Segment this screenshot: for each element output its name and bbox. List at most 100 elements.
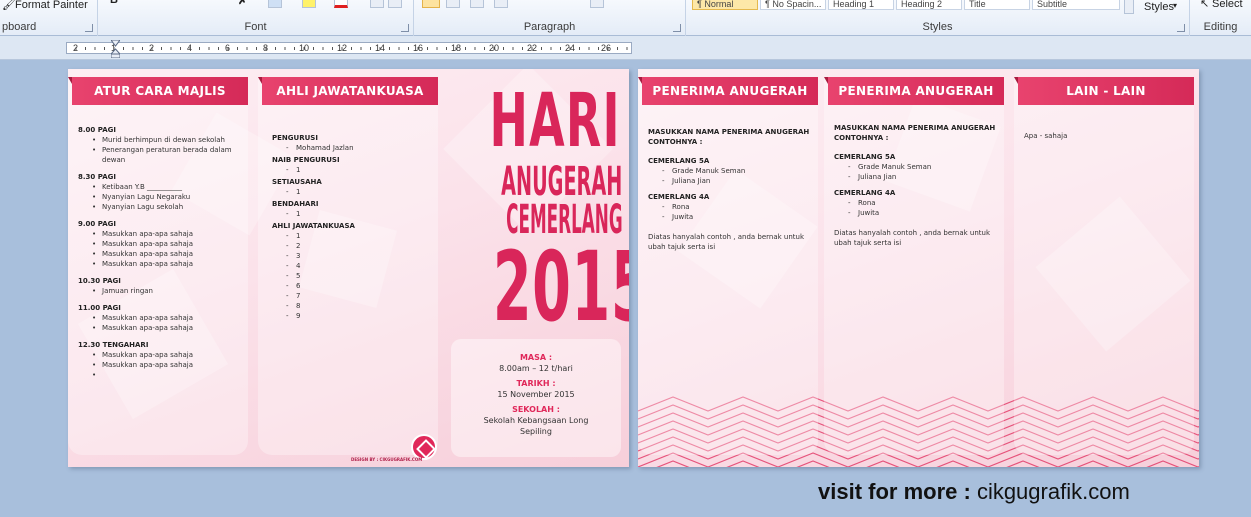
paragraph-group: Paragraph: [414, 0, 686, 36]
list-item: Juwita: [662, 212, 810, 222]
font-launcher-icon[interactable]: [401, 24, 409, 32]
visit-watermark: visit for more : cikgugrafik.com: [818, 479, 1130, 505]
paragraph-launcher-icon[interactable]: [673, 24, 681, 32]
list-item: 1: [286, 231, 430, 241]
list-item: [92, 370, 240, 380]
select-button[interactable]: Select: [1212, 0, 1243, 10]
list-item: Masukkan apa-apa sahaja: [92, 313, 240, 323]
list-item: Jamuan ringan: [92, 286, 240, 296]
style-normal[interactable]: ¶ Normal: [692, 0, 758, 10]
list-item: Mohamad Jazlan: [286, 143, 430, 153]
penerima-body-2[interactable]: MASUKKAN NAMA PENERIMA ANUGERAH CONTOHNY…: [834, 123, 996, 248]
align-left-icon[interactable]: [422, 0, 440, 8]
chevron-line: [638, 452, 1199, 467]
list-item: Masukkan apa-apa sahaja: [92, 229, 240, 239]
schedule-time: 8.30 PAGI: [78, 173, 116, 181]
cover-year[interactable]: 2015: [493, 237, 629, 337]
lain-lain-text: Apa - sahaja: [1024, 132, 1068, 140]
clipboard-launcher-icon[interactable]: [85, 24, 93, 32]
editing-group-label: Editing: [1203, 21, 1238, 33]
cover-title-hari[interactable]: HARI: [490, 81, 620, 161]
site-name: cikgugrafik.com: [976, 479, 1130, 504]
style-no-spacing[interactable]: ¶ No Spacin...: [760, 0, 826, 10]
align-center-icon[interactable]: [446, 0, 460, 8]
list-item: Juwita: [848, 208, 996, 218]
list-item: 1: [286, 165, 430, 175]
penerima-title-2[interactable]: PENERIMA ANUGERAH: [828, 77, 1004, 105]
intro-text: MASUKKAN NAMA PENERIMA ANUGERAH CONTOHNY…: [648, 128, 810, 146]
list-item: Rona: [662, 202, 810, 212]
list-item: Penerangan peraturan berada dalam dewan: [92, 145, 240, 165]
lain-lain-body[interactable]: Apa - sahaja: [1024, 131, 1186, 141]
atur-cara-body[interactable]: 8.00 PAGI Murid berhimpun di dewan sekol…: [78, 125, 240, 380]
format-painter-button[interactable]: Format Painter: [15, 0, 88, 11]
list-item: Masukkan apa-apa sahaja: [92, 239, 240, 249]
style-title[interactable]: Title: [964, 0, 1030, 10]
lain-lain-panel: LAIN - LAIN Apa - sahaja: [1014, 77, 1194, 455]
clear-format-icon[interactable]: ✗: [238, 0, 247, 7]
font-group: B ✗ Font: [98, 0, 414, 36]
masa-label: MASA :: [519, 353, 553, 362]
schedule-time: 11.00 PAGI: [78, 304, 121, 312]
schedule-time: 12.30 TENGAHARI: [78, 341, 149, 349]
list-item: 8: [286, 301, 430, 311]
list-item: 1: [286, 187, 430, 197]
list-item: 6: [286, 281, 430, 291]
style-heading-2[interactable]: Heading 2: [896, 0, 962, 10]
styles-more-icon[interactable]: [1124, 0, 1134, 14]
list-item: Murid berhimpun di dewan sekolah: [92, 135, 240, 145]
enclose-char-icon[interactable]: [388, 0, 402, 8]
penerima-panel-2: PENERIMA ANUGERAH MASUKKAN NAMA PENERIMA…: [824, 77, 1004, 455]
ribbon: 🖌 Format Painter pboard B ✗ Font Paragra…: [0, 0, 1251, 36]
change-styles-button[interactable]: Styles: [1144, 1, 1174, 13]
list-item: Masukkan apa-apa sahaja: [92, 323, 240, 333]
style-subtitle[interactable]: Subtitle: [1032, 0, 1120, 10]
text-effects-icon[interactable]: [268, 0, 282, 8]
justify-icon[interactable]: [494, 0, 508, 8]
note-text: Diatas hanyalah contoh , anda bernak unt…: [834, 229, 991, 247]
style-heading-1[interactable]: Heading 1: [828, 0, 894, 10]
char-shading-icon[interactable]: [370, 0, 384, 8]
schedule-time: 10.30 PAGI: [78, 277, 121, 285]
list-item: Masukkan apa-apa sahaja: [92, 350, 240, 360]
select-icon[interactable]: ↖: [1200, 0, 1209, 10]
align-right-icon[interactable]: [470, 0, 484, 8]
ajk-title[interactable]: AHLI JAWATANKUASA: [262, 77, 438, 105]
list-item: 5: [286, 271, 430, 281]
format-painter-icon[interactable]: 🖌: [2, 0, 16, 11]
font-group-label: Font: [244, 21, 267, 33]
list-item: Masukkan apa-apa sahaja: [92, 259, 240, 269]
list-item: Grade Manuk Seman: [848, 162, 996, 172]
role-title: SETIAUSAHA: [272, 178, 322, 186]
role-title: PENGURUSI: [272, 134, 318, 142]
document-page-2[interactable]: PENERIMA ANUGERAH MASUKKAN NAMA PENERIMA…: [638, 69, 1199, 467]
borders-icon[interactable]: [590, 0, 604, 8]
font-color-icon[interactable]: [334, 0, 348, 8]
change-styles-dropdown-icon[interactable]: ▾: [1173, 1, 1177, 10]
sekolah-label: SEKOLAH :: [512, 405, 560, 414]
styles-launcher-icon[interactable]: [1177, 24, 1185, 32]
event-info-box[interactable]: MASA : 8.00am – 12 t/hari TARIKH : 15 No…: [451, 339, 621, 457]
bold-icon[interactable]: B: [110, 0, 118, 6]
design-credit: DESIGN BY : CIKGUGRAFIK.COM: [351, 457, 423, 462]
penerima-body-1[interactable]: MASUKKAN NAMA PENERIMA ANUGERAH CONTOHNY…: [648, 127, 810, 252]
list-item: Ketibaan Y.B __________: [92, 182, 240, 192]
role-title: AHLI JAWATANKUASA: [272, 222, 355, 230]
penerima-title-1[interactable]: PENERIMA ANUGERAH: [642, 77, 818, 105]
list-item: Nyanyian Lagu sekolah: [92, 202, 240, 212]
highlight-color-icon[interactable]: [302, 0, 316, 8]
horizontal-ruler[interactable]: 2 1 2 4 6 8 10 12 14 16 18 20 22 24 26: [0, 36, 1251, 60]
list-item: Masukkan apa-apa sahaja: [92, 249, 240, 259]
document-page-1[interactable]: ATUR CARA MAJLIS 8.00 PAGI Murid berhimp…: [68, 69, 629, 467]
intro-text: MASUKKAN NAMA PENERIMA ANUGERAH CONTOHNY…: [834, 124, 996, 142]
group-title: CEMERLANG 5A: [834, 153, 896, 161]
schedule-time: 8.00 PAGI: [78, 126, 116, 134]
indent-marker-icon[interactable]: [111, 40, 120, 58]
lain-lain-title[interactable]: LAIN - LAIN: [1018, 77, 1194, 105]
list-item: 3: [286, 251, 430, 261]
list-item: 1: [286, 209, 430, 219]
schedule-time: 9.00 PAGI: [78, 220, 116, 228]
atur-cara-title[interactable]: ATUR CARA MAJLIS: [72, 77, 248, 105]
sekolah-value: Sekolah Kebangsaan Long Sepiling: [483, 416, 589, 436]
ajk-body[interactable]: PENGURUSI Mohamad Jazlan NAIB PENGURUSI …: [272, 133, 430, 321]
